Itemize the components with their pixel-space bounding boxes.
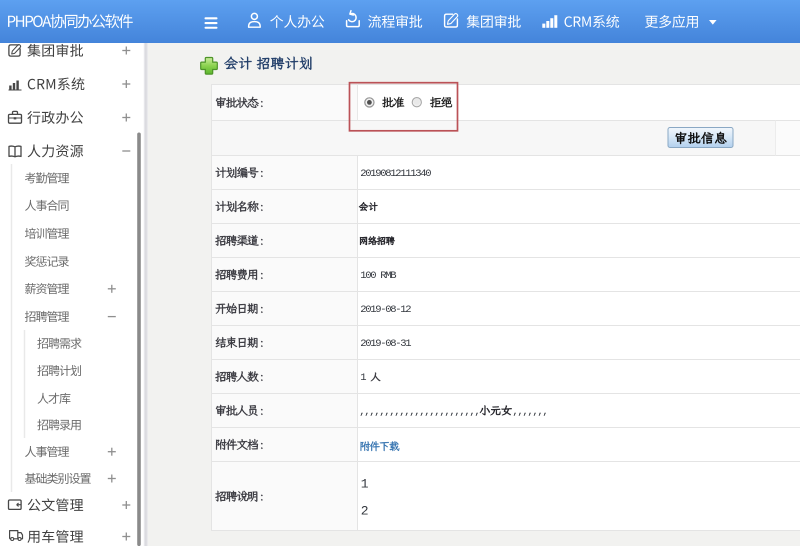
- svg-text:2019-08-12: 2019-08-12: [360, 304, 411, 316]
- svg-text:100 RMB: 100 RMB: [360, 270, 396, 282]
- svg-text:2019-08-31: 2019-08-31: [360, 338, 411, 350]
- svg-text:20190812111340: 20190812111340: [360, 168, 431, 180]
- svg-text:,,,,,,,,,,,,,,,,,,,,,,,,: ,,,,,,,,,,,,,,,,,,,,,,,,: [359, 406, 479, 418]
- svg-text:,,,,,,,: ,,,,,,,: [512, 406, 547, 418]
- svg-text:2: 2: [361, 504, 368, 519]
